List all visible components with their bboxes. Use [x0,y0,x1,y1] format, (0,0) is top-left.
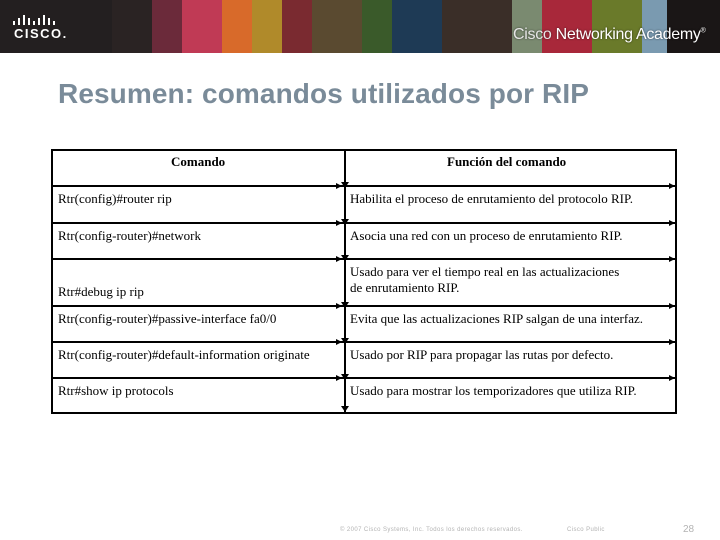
row-separator [53,258,675,260]
cisco-logo: CISCO. [0,0,112,53]
command-cell: Rtr(config)#router rip [58,191,172,206]
commands-table: Comando Función del comando Rtr(config)#… [51,149,677,414]
connector-arrow-right-icon [669,220,675,226]
banner-photo-strip [362,0,392,53]
connector-arrow-right-icon [669,375,675,381]
academy-prefix: Cisco [513,26,552,43]
connector-arrow-right-icon [336,375,342,381]
copyright-notice: © 2007 Cisco Systems, Inc. Todos los der… [340,527,523,533]
connector-arrow-down-icon [341,302,349,308]
banner-photo-strip [112,0,152,53]
banner-photo-strip [182,0,222,53]
banner-photo-strip [442,0,512,53]
connector-arrow-right-icon [669,256,675,262]
classification-label: Cisco Public [567,527,605,533]
registered-mark: ® [700,27,706,35]
command-cell: Rtr(config-router)#network [58,228,201,243]
connector-arrow-right-icon [336,220,342,226]
header-banner: CISCO. Cisco Networking Academy® [0,0,720,53]
banner-photo-strip [392,0,442,53]
command-cell: Rtr(config-router)#default-information o… [58,347,310,362]
command-cell: Rtr#debug ip rip [58,284,144,299]
function-cell: Usado para mostrar los temporizadores qu… [350,383,637,398]
connector-arrow-down-icon [341,182,349,188]
row-separator [53,377,675,379]
connector-arrow-right-icon [336,183,342,189]
cisco-wordmark: CISCO. [14,26,68,41]
function-cell: de enrutamiento RIP. [350,280,460,295]
banner-photo-strip [312,0,362,53]
function-cell: Asocia una red con un proceso de enrutam… [350,228,623,243]
function-cell: Evita que las actualizaciones RIP salgan… [350,311,643,326]
banner-photo-strip [282,0,312,53]
connector-arrow-right-icon [336,339,342,345]
connector-arrow-right-icon [336,256,342,262]
banner-photo-strip [222,0,252,53]
page-number: 28 [683,524,695,535]
function-cell: Habilita el proceso de enrutamiento del … [350,191,634,206]
column-divider [344,151,346,412]
connector-arrow-right-icon [669,339,675,345]
row-separator [53,222,675,224]
connector-arrow-down-icon [341,255,349,261]
connector-arrow-down-icon [341,338,349,344]
row-separator [53,185,675,187]
function-cell: Usado para ver el tiempo real en las act… [350,264,620,279]
networking-academy-brand: Cisco Networking Academy® [513,26,706,44]
connector-arrow-down-icon [341,406,349,412]
row-separator [53,305,675,307]
row-separator [53,341,675,343]
banner-photo-strip [152,0,182,53]
banner-photo-strip [252,0,282,53]
connector-arrow-down-icon [341,219,349,225]
academy-name: Networking Academy [555,26,701,43]
slide-title: Resumen: comandos utilizados por RIP [58,78,590,109]
command-cell: Rtr#show ip protocols [58,383,174,398]
command-cell: Rtr(config-router)#passive-interface fa0… [58,311,277,326]
connector-arrow-right-icon [669,303,675,309]
connector-arrow-right-icon [669,183,675,189]
connector-arrow-right-icon [336,303,342,309]
column-header-command: Comando [171,154,226,169]
function-cell: Usado por RIP para propagar las rutas po… [350,347,614,362]
column-header-function: Función del comando [447,154,567,169]
connector-arrow-down-icon [341,374,349,380]
